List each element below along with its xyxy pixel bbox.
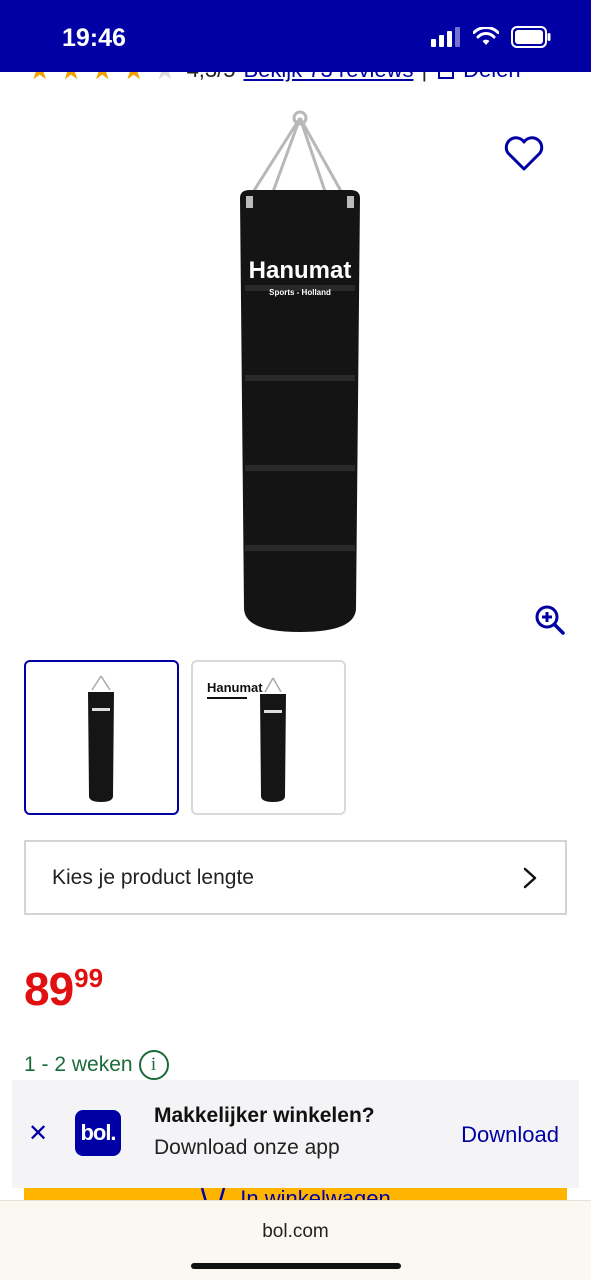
length-select-label: Kies je product lengte <box>52 865 254 889</box>
download-app-button[interactable]: Download <box>461 1122 559 1148</box>
thumbnail-2[interactable]: Hanumat <box>191 660 346 815</box>
banner-subtitle: Download onze app <box>154 1136 340 1159</box>
product-length-select[interactable]: Kies je product lengte <box>24 840 567 915</box>
thumbnail-image <box>88 675 114 802</box>
thumbnail-1[interactable] <box>24 660 179 815</box>
product-image[interactable]: Hanumat Sports - Holland <box>200 108 400 638</box>
battery-icon <box>511 26 551 48</box>
status-bar: 19:46 <box>0 0 591 72</box>
banner-title: Makkelijker winkelen? <box>154 1104 375 1127</box>
home-indicator <box>191 1263 401 1269</box>
bol-logo: bol. <box>75 1110 121 1156</box>
close-icon[interactable]: ✕ <box>28 1122 48 1146</box>
chevron-right-icon <box>523 867 537 888</box>
price: 8999 <box>24 962 103 1016</box>
delivery-text: 1 - 2 weken <box>24 1053 133 1076</box>
status-time: 19:46 <box>62 24 126 52</box>
price-integer: 89 <box>24 963 74 1015</box>
thumbnail-image: Hanumat <box>207 677 286 802</box>
delivery-info: 1 - 2 weken i <box>24 1050 169 1080</box>
signal-icon <box>431 27 460 47</box>
brand-sub-text: Sports - Holland <box>269 288 331 297</box>
price-decimals: 99 <box>74 963 104 993</box>
browser-address-bar: bol.com <box>0 1200 591 1280</box>
wifi-icon <box>473 27 499 45</box>
url-text[interactable]: bol.com <box>0 1221 591 1243</box>
zoom-in-icon[interactable] <box>534 604 566 636</box>
brand-logo-text: Hanumat <box>249 257 352 284</box>
wishlist-heart-icon[interactable] <box>502 132 546 176</box>
thumbnail-brand-text: Hanumat <box>207 680 263 695</box>
app-banner: ✕ bol. Makkelijker winkelen? Download on… <box>12 1080 579 1188</box>
status-icons <box>431 26 551 48</box>
chain-icon <box>246 110 348 201</box>
info-icon[interactable]: i <box>138 1050 169 1080</box>
